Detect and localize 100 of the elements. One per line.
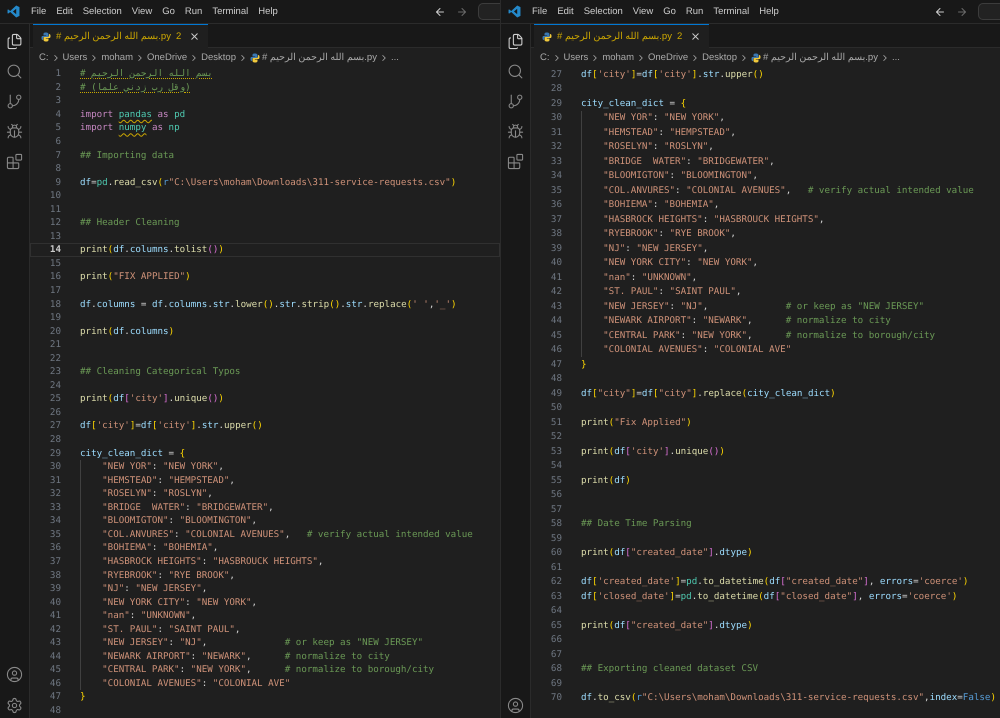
- code-line: print(df): [581, 474, 631, 488]
- menu-item[interactable]: Edit: [552, 4, 579, 19]
- menu-item[interactable]: Edit: [51, 4, 78, 19]
- search-icon[interactable]: [507, 63, 524, 80]
- line-number: 66: [550, 634, 562, 646]
- menu-item[interactable]: Terminal: [207, 4, 254, 19]
- line-number: 10: [48, 190, 61, 202]
- bug-icon[interactable]: [507, 123, 524, 140]
- menu-item[interactable]: Run: [680, 4, 708, 19]
- code-line: "NJ": "NEW JERSEY",: [80, 582, 208, 596]
- breadcrumb-item[interactable]: moham: [602, 52, 634, 63]
- menu-item[interactable]: Terminal: [708, 4, 754, 19]
- menu-item[interactable]: View: [126, 4, 158, 19]
- menu-item[interactable]: Run: [180, 4, 208, 19]
- code-line: "NEWARK AIRPORT": "NEWARK", # normalize to city: [581, 314, 891, 328]
- breadcrumb-item[interactable]: moham: [101, 52, 133, 63]
- line-number: 53: [550, 446, 562, 457]
- breadcrumb-item[interactable]: ...: [892, 52, 900, 63]
- code-line: "RYEBROOK": "RYE BROOK",: [581, 226, 736, 241]
- breadcrumb-item[interactable]: OneDrive: [147, 52, 188, 63]
- line-number: 60: [550, 547, 562, 558]
- line-number: 15: [48, 258, 61, 269]
- breadcrumb-item[interactable]: Desktop: [201, 52, 236, 63]
- settings-icon[interactable]: [6, 697, 23, 714]
- menu-item[interactable]: View: [628, 4, 658, 19]
- breadcrumb-item[interactable]: Users: [564, 52, 588, 63]
- breadcrumb-item[interactable]: Desktop: [702, 52, 737, 63]
- line-number: 68: [550, 663, 562, 674]
- menu-item[interactable]: Help: [754, 4, 784, 19]
- breadcrumb-item[interactable]: ...: [390, 52, 399, 63]
- breadcrumb-item[interactable]: C:: [540, 52, 550, 63]
- line-number: 57: [550, 504, 562, 515]
- line-number: 48: [550, 373, 562, 384]
- back-arrow-icon[interactable]: [434, 6, 446, 18]
- search-icon[interactable]: [6, 63, 23, 80]
- code-line: print(df["created_date"].dtype): [581, 618, 753, 632]
- account-icon[interactable]: [6, 666, 23, 683]
- line-number: 50: [550, 402, 562, 414]
- code-line: "NEW YORK CITY": "NEW YORK",: [581, 256, 758, 270]
- branch-icon[interactable]: [6, 93, 23, 110]
- code-line: print(df.columns): [80, 324, 174, 338]
- line-number: 45: [550, 330, 562, 341]
- close-icon[interactable]: [189, 31, 200, 42]
- line-number: 36: [48, 542, 61, 554]
- forward-arrow-icon[interactable]: [456, 6, 468, 18]
- files-icon[interactable]: [6, 33, 23, 50]
- line-number: 32: [550, 141, 562, 152]
- code-line: # بسم الله الرحمن الرحيم: [80, 67, 213, 81]
- blocks-icon[interactable]: [507, 153, 524, 170]
- menu-item[interactable]: Help: [253, 4, 283, 19]
- breadcrumb-item[interactable]: # بسم الله الرحمن الرحيم.py: [762, 52, 878, 63]
- line-number: 31: [550, 126, 562, 138]
- code-line: "ST. PAUL": "SAINT PAUL",: [80, 622, 240, 636]
- breadcrumb-item[interactable]: OneDrive: [648, 52, 688, 63]
- line-number: 36: [550, 199, 562, 210]
- code-line: "nan": "UNKNOWN",: [80, 608, 196, 622]
- branch-icon[interactable]: [507, 93, 524, 110]
- line-number: 12: [48, 217, 61, 228]
- code-line: "HEMSTEAD": "HEMPSTEAD",: [80, 473, 235, 487]
- code-line: "ST. PAUL": "SAINT PAUL",: [581, 284, 742, 299]
- code-line: ## Header Cleaning: [80, 216, 180, 230]
- files-icon[interactable]: [507, 33, 524, 50]
- search-field[interactable]: [978, 3, 1000, 20]
- forward-arrow-icon[interactable]: [956, 6, 968, 18]
- code-line: "ROSELYN": "ROSLYN",: [80, 486, 213, 500]
- code-line: df['closed_date']=pd.to_datetime(df["closed_date"], errors='coerce'): [581, 590, 958, 604]
- code-line: print(df['city'].unique()): [80, 392, 224, 406]
- line-number: 16: [48, 271, 61, 282]
- line-number: 55: [550, 474, 562, 486]
- line-number: 26: [48, 406, 61, 418]
- code-line: "BLOOMIGTON": "BLOOMINGTON",: [581, 168, 758, 183]
- line-number: 14: [48, 244, 61, 256]
- line-number: 24: [48, 380, 61, 391]
- code-line: df.to_csv(r"C:\Users\moham\Downloads\311-service-requests.csv",index=False): [581, 691, 996, 705]
- menu-item[interactable]: File: [527, 4, 552, 19]
- line-number: 48: [48, 704, 61, 716]
- menu-item[interactable]: Selection: [578, 4, 628, 19]
- blocks-icon[interactable]: [6, 153, 23, 170]
- account-icon[interactable]: [507, 697, 524, 714]
- menu-item[interactable]: Go: [157, 4, 180, 19]
- python-file-icon: [41, 32, 51, 42]
- bug-icon[interactable]: [6, 123, 23, 140]
- code-line: "HASBROCK HEIGHTS": "HASBROUCK HEIGHTS",: [581, 212, 824, 226]
- breadcrumb-item[interactable]: Users: [62, 52, 88, 63]
- search-field[interactable]: [478, 3, 500, 20]
- close-icon[interactable]: [690, 31, 702, 42]
- back-arrow-icon[interactable]: [934, 6, 946, 18]
- line-number: 28: [48, 434, 61, 446]
- line-number: 34: [48, 515, 61, 526]
- menu-item[interactable]: Go: [658, 4, 681, 19]
- menu-item[interactable]: Selection: [78, 4, 127, 19]
- line-number: 37: [48, 556, 61, 567]
- code-line: # (وقل رب زدني علما): [80, 80, 191, 94]
- menu-item[interactable]: File: [26, 4, 52, 19]
- code-line: df['city']=df['city'].str.upper(): [581, 68, 764, 82]
- line-number: 56: [550, 489, 562, 500]
- line-number: 52: [550, 431, 562, 442]
- breadcrumb-item[interactable]: C:: [39, 52, 48, 63]
- breadcrumb-item[interactable]: # بسم الله الرحمن الرحيم.py: [262, 52, 377, 63]
- code-line: print(df["created_date"].dtype): [581, 546, 753, 560]
